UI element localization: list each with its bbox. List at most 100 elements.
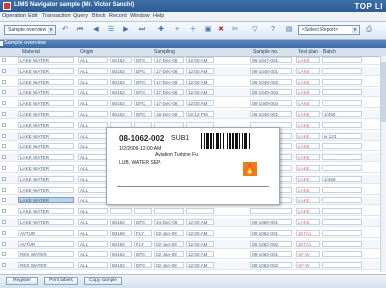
cell-o2[interactable]: 50166 (110, 229, 132, 236)
cell-batch[interactable] (322, 197, 362, 204)
cell-batch[interactable] (322, 251, 362, 258)
table-row[interactable]: LAKE WATER ALL 50162 DFC 17-Dec-08 12:00 AM 08… (0, 88, 386, 98)
cell-sample[interactable]: 08-1049-004 (250, 100, 292, 107)
row-checkbox[interactable] (2, 144, 6, 149)
report-icon[interactable]: ▤ (284, 25, 294, 35)
register-button[interactable]: Register (6, 277, 38, 285)
cell-plan[interactable]: LAKE (296, 154, 320, 161)
cell-o1[interactable]: ALL (78, 175, 108, 182)
cell-o1[interactable]: ALL (78, 240, 108, 247)
cell-o2[interactable]: 50162 (110, 100, 132, 107)
cell-o3[interactable]: DFC (134, 262, 152, 269)
table-row[interactable]: LAKE WATER ALL 50162 DFC 17-Dec-08 12:00 AM 08… (0, 78, 386, 87)
column-origin[interactable]: Origin (80, 49, 93, 55)
cell-batch[interactable] (322, 186, 362, 193)
cell-plan[interactable]: LAKE (296, 132, 320, 139)
cell-o1[interactable]: ALL (78, 121, 108, 128)
cell-time[interactable]: 12:00 AM (186, 100, 214, 107)
cell-o2[interactable] (110, 208, 132, 215)
cell-material[interactable]: LAKE WATER (18, 100, 74, 107)
cell-material[interactable]: AVTUR (18, 229, 74, 236)
column-batch[interactable]: Batch (323, 49, 336, 55)
table-row[interactable]: LAKE WATER ALL 50162 DFC 19-Dec-08 02:12 PM 08… (0, 110, 386, 119)
cell-plan[interactable]: LAKE (296, 67, 320, 74)
cell-plan[interactable]: LAKE (296, 219, 320, 225)
cell-batch[interactable] (322, 57, 362, 63)
cell-batch[interactable]: 1/456 (322, 175, 362, 182)
cell-o1[interactable]: ALL (78, 251, 108, 258)
new-icon[interactable]: ＋ (188, 25, 198, 35)
cell-date[interactable]: 17-Dec-08 (154, 78, 184, 85)
row-checkbox[interactable] (2, 112, 6, 116)
cell-o1[interactable]: ALL (78, 262, 108, 269)
cell-o3[interactable] (134, 208, 152, 215)
row-checkbox[interactable] (2, 133, 6, 138)
cell-time[interactable]: 12:00 AM (186, 229, 214, 236)
cell-plan[interactable]: LAKE (296, 143, 320, 150)
table-row[interactable]: LAKE WATER ALL 50162 DFC 24-Dec-08 12:00 AM 08… (0, 218, 386, 227)
row-checkbox[interactable] (2, 155, 6, 160)
cell-sample[interactable]: 08-1049-003 (250, 89, 292, 96)
row-checkbox[interactable] (2, 187, 6, 192)
cell-plan[interactable]: LAKE (296, 165, 320, 171)
menu-edit[interactable]: Edit (28, 13, 37, 19)
cell-o1[interactable]: ALL (78, 154, 108, 161)
column-sampling[interactable]: Sampling (154, 49, 175, 55)
cell-plan[interactable]: LAKE (296, 78, 320, 85)
table-row[interactable]: RES WATER ALL 50162 DFC 02-Jan-09 12:00 AM 08-… (0, 261, 386, 271)
cell-date[interactable]: 24-Dec-08 (154, 219, 184, 225)
cell-batch[interactable]: 1/456 (322, 111, 362, 117)
delete-icon[interactable]: ✖ (216, 25, 226, 35)
filter-icon[interactable]: ▽ (250, 25, 260, 35)
row-checkbox[interactable] (2, 252, 6, 257)
cell-o2[interactable]: 50162 (110, 57, 132, 63)
table-row[interactable]: RES WATER ALL 50162 DFC 02-Jan-09 12:00 AM 08-… (0, 250, 386, 260)
report-select[interactable]: <Select Report> ▾ (298, 25, 360, 35)
menu-query[interactable]: Query (73, 13, 88, 19)
row-checkbox[interactable] (2, 58, 6, 62)
cell-batch[interactable]: w 123 (322, 132, 362, 139)
cell-o1[interactable]: ALL (78, 165, 108, 171)
scrollbar-thumb[interactable] (381, 62, 386, 122)
table-row[interactable]: LAKE WATER ALL 50162 DFC 17-Dec-08 12:00 AM 08… (0, 66, 386, 76)
cell-material[interactable]: LAKE WATER (18, 154, 74, 161)
cell-time[interactable]: 12:00 AM (186, 89, 214, 96)
cell-sample[interactable]: 08-1062-002 (250, 240, 292, 247)
cell-o2[interactable]: 50162 (110, 219, 132, 225)
row-checkbox[interactable] (2, 220, 6, 224)
cell-material[interactable]: LAKE WATER (18, 219, 74, 225)
cell-sample[interactable]: 08-1049-001 (250, 111, 292, 117)
menu-record[interactable]: Record (109, 13, 127, 19)
cell-plan[interactable]: LAKE (296, 175, 320, 182)
row-checkbox[interactable] (2, 68, 6, 73)
cell-batch[interactable] (322, 143, 362, 150)
cell-material[interactable]: LAKE WATER (18, 89, 74, 96)
cell-sample[interactable]: 08-1060-001 (250, 219, 292, 225)
cell-o3[interactable]: DFC (134, 251, 152, 258)
cell-plan[interactable]: JETA1 (296, 240, 320, 247)
row-checkbox[interactable] (2, 263, 6, 268)
cell-plan[interactable]: LAKE (296, 111, 320, 117)
back-icon[interactable]: ↶ (60, 25, 70, 35)
cell-material[interactable]: LAKE WATER (18, 143, 74, 150)
cell-plan[interactable]: SF W (296, 251, 320, 258)
row-checkbox[interactable] (2, 79, 6, 84)
next-icon[interactable]: ▶ (121, 25, 131, 35)
cell-time[interactable]: 02:12 PM (186, 111, 214, 117)
cell-time[interactable]: 12:00 AM (186, 57, 214, 63)
row-checkbox[interactable] (2, 176, 6, 181)
cell-o3[interactable]: DFC (134, 89, 152, 96)
cell-o1[interactable]: ALL (78, 229, 108, 236)
cell-o3[interactable]: DFC (134, 57, 152, 63)
cell-date[interactable]: 02-Jan-09 (154, 240, 184, 247)
cell-sample[interactable]: 08-1048-001 (250, 67, 292, 74)
menu-operation[interactable]: Operation (2, 13, 26, 19)
list-icon[interactable]: ☰ (106, 25, 116, 35)
cell-o2[interactable]: 50162 (110, 111, 132, 117)
menu-transaction[interactable]: Transaction (42, 13, 71, 19)
row-checkbox[interactable] (2, 241, 6, 246)
cell-o2[interactable]: 50162 (110, 67, 132, 74)
cell-sample[interactable]: 08-1063-002 (250, 262, 292, 269)
cell-o1[interactable]: ALL (78, 219, 108, 225)
row-checkbox[interactable] (2, 90, 6, 95)
